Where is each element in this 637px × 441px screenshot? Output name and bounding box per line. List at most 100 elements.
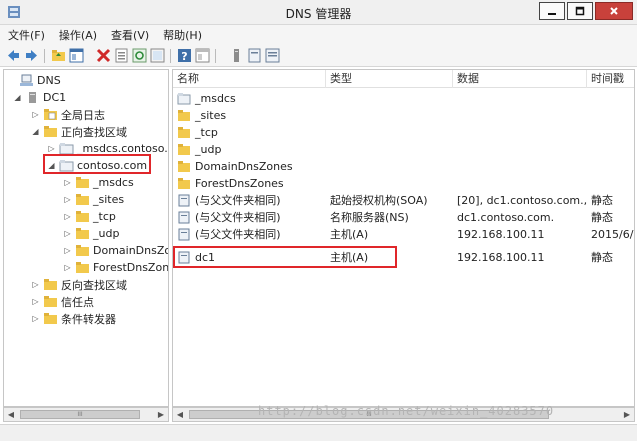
scroll-left-arrow-icon[interactable]: ◀ [173, 408, 187, 421]
folder-icon [76, 177, 89, 188]
column-header-type[interactable]: 类型 [326, 70, 453, 88]
log-folder-icon [44, 109, 57, 120]
tree-item-label: 反向查找区域 [61, 278, 127, 292]
list-item[interactable]: (与父文件夹相同) 起始授权机构(SOA) [20], dc1.contoso.… [173, 192, 634, 209]
help-icon[interactable]: ? [177, 48, 192, 63]
list-item[interactable]: _sites [173, 107, 634, 124]
list-item[interactable]: _tcp [173, 124, 634, 141]
server-icon[interactable] [229, 48, 244, 63]
column-header-timestamp[interactable]: 时间戳 [587, 70, 634, 88]
status-bar [0, 424, 637, 441]
tree-item-trust-points[interactable]: ▷ 信任点 [30, 293, 94, 310]
scroll-right-arrow-icon[interactable]: ▶ [154, 408, 168, 421]
forward-arrow-icon[interactable] [24, 48, 39, 63]
list-item[interactable]: _udp [173, 141, 634, 158]
scroll-left-arrow-icon[interactable]: ◀ [4, 408, 18, 421]
record-name: _udp [195, 143, 222, 156]
expand-icon[interactable]: ▷ [62, 246, 73, 255]
expand-icon[interactable]: ▷ [30, 110, 41, 119]
tree-item-forward-zones[interactable]: ◢ 正向查找区域 [30, 123, 127, 140]
tree-item-label: 条件转发器 [61, 312, 116, 326]
tree-item-label: _udp [93, 227, 120, 240]
back-arrow-icon[interactable] [6, 48, 21, 63]
tree-item-udp[interactable]: ▷ _udp [62, 225, 119, 242]
close-icon [610, 7, 618, 15]
column-header-data[interactable]: 数据 [453, 70, 587, 88]
record-timestamp: 静态 [591, 211, 613, 224]
export-list-icon[interactable] [150, 48, 165, 63]
record-timestamp: 2015/6/2 [591, 228, 634, 241]
tree-item-msdcs[interactable]: ▷ _msdcs [62, 174, 133, 191]
tree-item-dc1[interactable]: ◢ DC1 [12, 89, 66, 106]
properties-icon[interactable] [114, 48, 129, 63]
menu-action[interactable]: 操作(A) [59, 27, 97, 43]
svg-text:?: ? [181, 50, 187, 63]
scrollbar-thumb[interactable]: III [20, 410, 140, 419]
expand-icon[interactable]: ▷ [30, 280, 41, 289]
folder-icon [178, 110, 190, 121]
tree-item-label: _tcp [93, 210, 116, 223]
expand-icon[interactable]: ▷ [46, 144, 57, 153]
record-icon[interactable] [247, 48, 262, 63]
delete-icon[interactable] [96, 48, 111, 63]
tree-item-label: ForestDnsZones [93, 261, 169, 274]
list-item[interactable]: DomainDnsZones [173, 158, 634, 175]
minimize-icon [548, 13, 556, 15]
tree-item-tcp[interactable]: ▷ _tcp [62, 208, 116, 225]
up-folder-icon[interactable] [51, 48, 66, 63]
tree-item-reverse-zones[interactable]: ▷ 反向查找区域 [30, 276, 127, 293]
record-timestamp: 静态 [591, 194, 613, 207]
folder-icon [178, 178, 190, 189]
expand-icon[interactable]: ▷ [62, 212, 73, 221]
expand-icon[interactable]: ◢ [12, 93, 23, 102]
maximize-button[interactable] [567, 2, 593, 20]
menu-bar: 文件(F) 操作(A) 查看(V) 帮助(H) [0, 25, 637, 45]
refresh-icon[interactable] [132, 48, 147, 63]
expand-icon[interactable]: ▷ [62, 263, 73, 272]
tree-horizontal-scrollbar[interactable]: ◀ III ▶ [3, 407, 169, 422]
tree-item-label: 信任点 [61, 295, 94, 309]
folder-icon [76, 194, 89, 205]
record-name: (与父文件夹相同) [195, 194, 281, 207]
record-name: (与父文件夹相同) [195, 211, 281, 224]
tree-item-global-logs[interactable]: ▷ 全局日志 [30, 106, 105, 123]
expand-icon[interactable]: ▷ [62, 195, 73, 204]
view-pane-icon[interactable] [195, 48, 210, 63]
tree-item-conditional-forwarders[interactable]: ▷ 条件转发器 [30, 310, 116, 327]
scroll-right-arrow-icon[interactable]: ▶ [620, 408, 634, 421]
show-hide-tree-icon[interactable] [69, 48, 84, 63]
tree-item-label: 正向查找区域 [61, 125, 127, 139]
record-data: dc1.contoso.com. [457, 211, 555, 224]
expand-icon[interactable]: ▷ [62, 229, 73, 238]
folder-icon [178, 127, 190, 138]
folder-icon [76, 245, 89, 256]
list-item[interactable]: ForestDnsZones [173, 175, 634, 192]
tree-item-sites[interactable]: ▷ _sites [62, 191, 124, 208]
maximize-icon [575, 6, 585, 16]
folder-icon [178, 161, 190, 172]
tree-item-label: 全局日志 [61, 108, 105, 122]
close-button[interactable] [595, 2, 633, 20]
menu-help[interactable]: 帮助(H) [163, 27, 202, 43]
folder-icon [44, 126, 57, 137]
list-item[interactable]: (与父文件夹相同) 名称服务器(NS) dc1.contoso.com. 静态 [173, 209, 634, 226]
tree-item-forestdnszones[interactable]: ▷ ForestDnsZones [62, 259, 169, 276]
tree-item-domaindnszones[interactable]: ▷ DomainDnsZones [62, 242, 168, 259]
menu-file[interactable]: 文件(F) [8, 27, 45, 43]
expand-icon[interactable]: ▷ [62, 178, 73, 187]
expand-icon[interactable]: ◢ [30, 127, 41, 136]
list-item[interactable]: _msdcs [173, 90, 634, 107]
menu-view[interactable]: 查看(V) [111, 27, 149, 43]
minimize-button[interactable] [539, 2, 565, 20]
folder-icon [76, 262, 89, 273]
expand-icon[interactable]: ▷ [30, 314, 41, 323]
list-item[interactable]: (与父文件夹相同) 主机(A) 192.168.100.11 2015/6/2 [173, 226, 634, 243]
record-list-icon[interactable] [265, 48, 280, 63]
record-name: _tcp [195, 126, 218, 139]
expand-icon[interactable]: ▷ [30, 297, 41, 306]
record-type: 主机(A) [330, 228, 369, 241]
tree-item-dns[interactable]: DNS [6, 72, 61, 89]
column-header-name[interactable]: 名称 [173, 70, 326, 88]
folder-icon [76, 228, 89, 239]
highlight-box-contoso [43, 154, 151, 174]
